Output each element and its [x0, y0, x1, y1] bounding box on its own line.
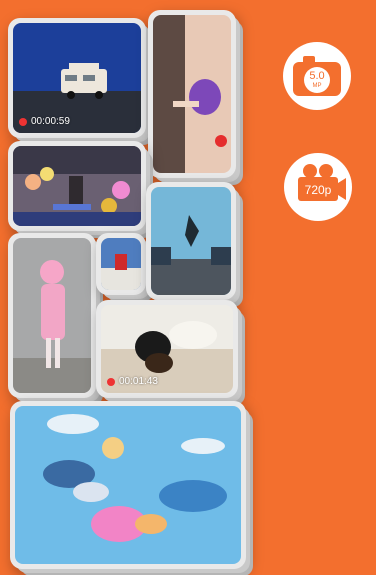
photo-jump [151, 187, 231, 295]
photo-floating-toys [15, 406, 241, 564]
pingpong-scene-image [153, 15, 231, 173]
video-camera-icon: 720p [298, 164, 346, 201]
camera-icon: 5.0 MP [293, 56, 341, 96]
photo-rv-video: 00:00:59 [13, 23, 141, 133]
video-resolution: 720p [305, 183, 332, 197]
photo-stack-rv[interactable]: 00:00:59 [8, 18, 146, 138]
record-dot-icon [107, 377, 115, 386]
photo-stack-dog[interactable]: 00:01:43 [96, 300, 238, 398]
video-timestamp: 00:00:59 [31, 116, 70, 127]
photo-stack-jump[interactable] [146, 182, 236, 300]
photo-stack-small-toy[interactable] [96, 233, 146, 295]
balloons-scene-image [13, 146, 141, 226]
recording-indicator: 00:01:43 [107, 376, 158, 387]
photo-pingpong [153, 15, 231, 173]
video-timestamp: 00:01:43 [119, 376, 158, 387]
photo-small-toy [101, 238, 141, 290]
photo-stack-girl-wall[interactable] [8, 233, 96, 398]
girl-wall-scene-image [13, 238, 91, 393]
jump-scene-image [151, 187, 231, 295]
megapixel-value: 5.0 [309, 70, 324, 82]
megapixel-unit: MP [313, 83, 322, 89]
floating-toys-image [15, 406, 241, 564]
photo-balloons-room [13, 146, 141, 226]
video-badge: 720p [284, 153, 352, 221]
photo-stack-floating-toys[interactable] [10, 401, 246, 569]
photo-dog-video: 00:01:43 [101, 305, 233, 393]
camera-badge: 5.0 MP [283, 42, 351, 110]
record-dot-icon [19, 117, 27, 126]
photo-stack-balloons[interactable] [8, 141, 146, 231]
photo-stack-pingpong[interactable] [148, 10, 236, 178]
photo-girl-wall [13, 238, 91, 393]
recording-indicator: 00:00:59 [19, 116, 70, 127]
small-toy-image [101, 238, 141, 290]
